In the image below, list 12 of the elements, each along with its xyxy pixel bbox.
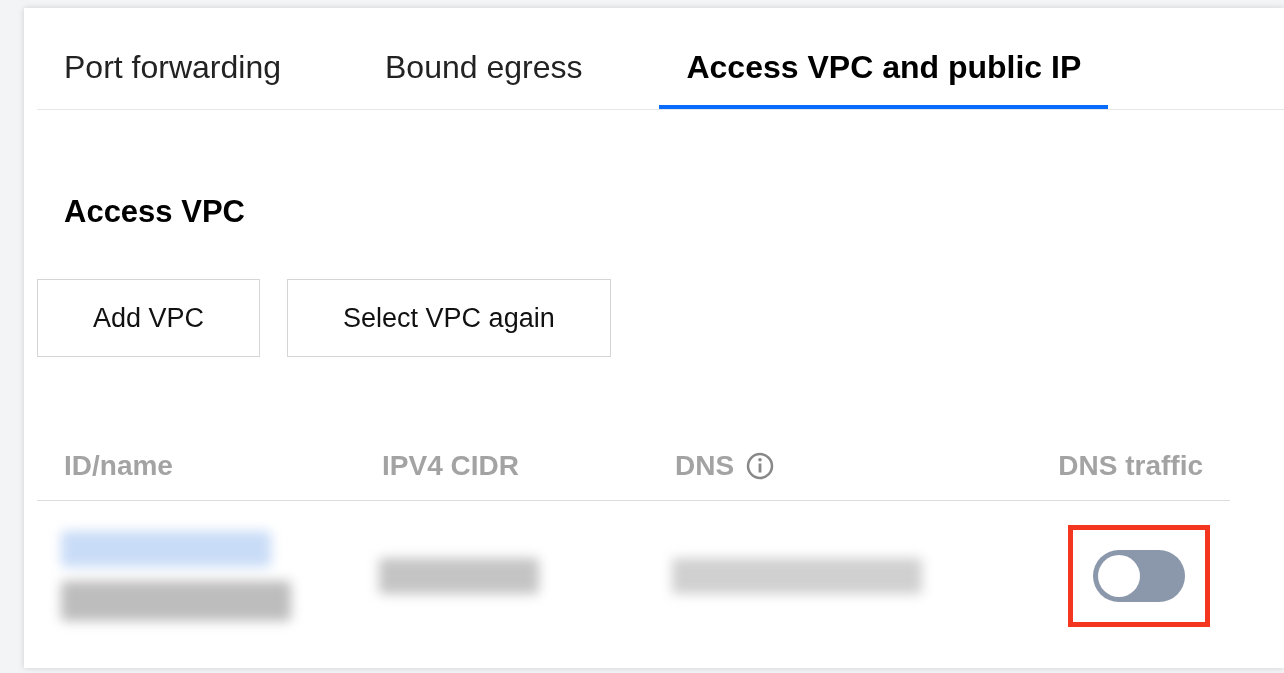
vpc-button[interactable]: Select VPC again [287, 279, 611, 357]
column-header: IPV4 CIDR [382, 448, 519, 483]
column-header: DNS traffic [1058, 448, 1203, 483]
column-header: ID/name [64, 448, 173, 483]
tab[interactable]: Bound egress [358, 51, 610, 109]
column-header: DNS [675, 448, 735, 483]
info-icon[interactable] [746, 451, 775, 480]
dns-traffic-switch[interactable] [1093, 550, 1185, 602]
section-title: Access VPC [64, 196, 246, 227]
tab[interactable]: Port forwarding [37, 51, 308, 109]
vpc-button[interactable]: Add VPC [37, 279, 261, 357]
tab[interactable]: Access VPC and public IP [659, 51, 1109, 109]
